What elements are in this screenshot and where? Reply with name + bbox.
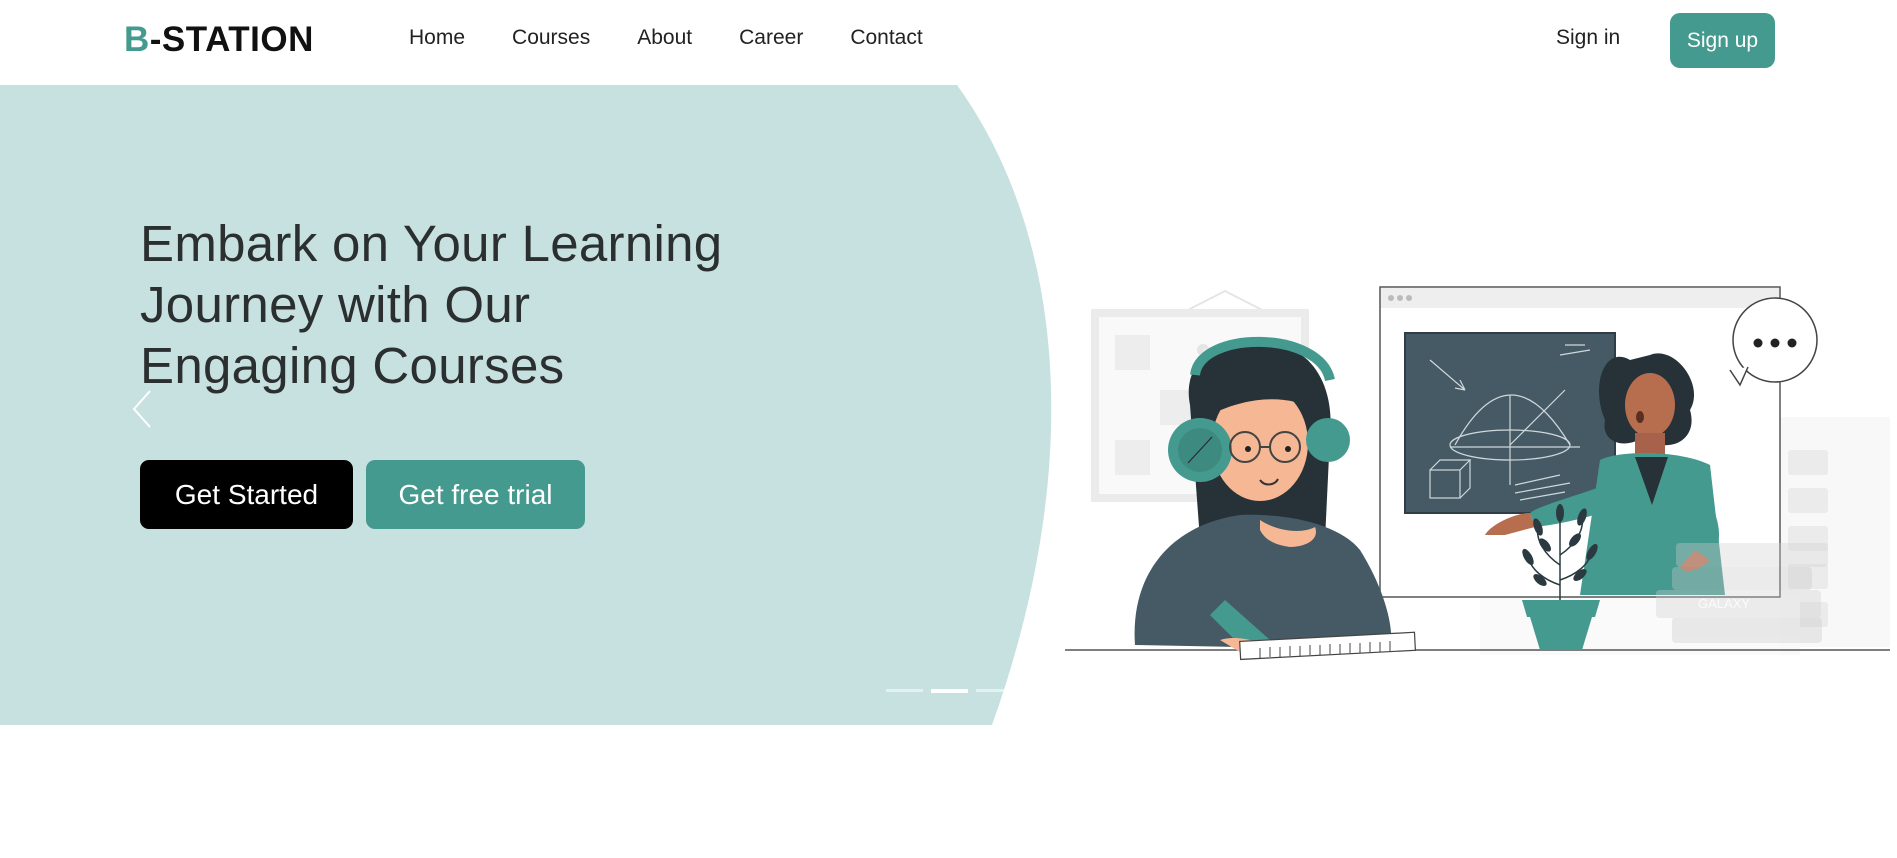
carousel-prev-icon[interactable] — [128, 385, 156, 433]
get-started-button[interactable]: Get Started — [140, 460, 353, 529]
hero-illustration: GALAXY — [1065, 286, 1890, 661]
sign-up-button[interactable]: Sign up — [1670, 13, 1775, 68]
nav-links: Home Courses About Career Contact — [409, 26, 970, 50]
book-stack: GALAXY — [1656, 543, 1828, 643]
hero-headline: Embark on Your Learning Journey with Our… — [140, 213, 840, 396]
carousel-indicator-3[interactable] — [976, 689, 1013, 692]
navbar: B-STATION Home Courses About Career Cont… — [0, 0, 1897, 85]
carousel-indicators — [886, 689, 1013, 693]
nav-link-courses[interactable]: Courses — [512, 26, 590, 50]
headline-line-1: Embark on Your Learning — [140, 215, 723, 272]
carousel-indicator-2[interactable] — [931, 689, 968, 693]
sign-in-link[interactable]: Sign in — [1556, 26, 1620, 50]
headline-line-2: Journey with Our — [140, 276, 531, 333]
carousel-indicator-1[interactable] — [886, 689, 923, 692]
nav-link-career[interactable]: Career — [739, 26, 803, 50]
headline-line-3: Engaging Courses — [140, 337, 565, 394]
nav-link-contact[interactable]: Contact — [850, 26, 922, 50]
nav-link-about[interactable]: About — [637, 26, 692, 50]
logo-accent: B — [124, 20, 150, 59]
logo-text: -STATION — [149, 20, 314, 59]
hero-carousel: Embark on Your Learning Journey with Our… — [0, 85, 1897, 725]
free-trial-button[interactable]: Get free trial — [366, 460, 585, 529]
nav-link-home[interactable]: Home — [409, 26, 465, 50]
book-label: GALAXY — [1698, 596, 1750, 611]
hero-background — [0, 85, 1052, 725]
logo[interactable]: B-STATION — [124, 20, 314, 60]
